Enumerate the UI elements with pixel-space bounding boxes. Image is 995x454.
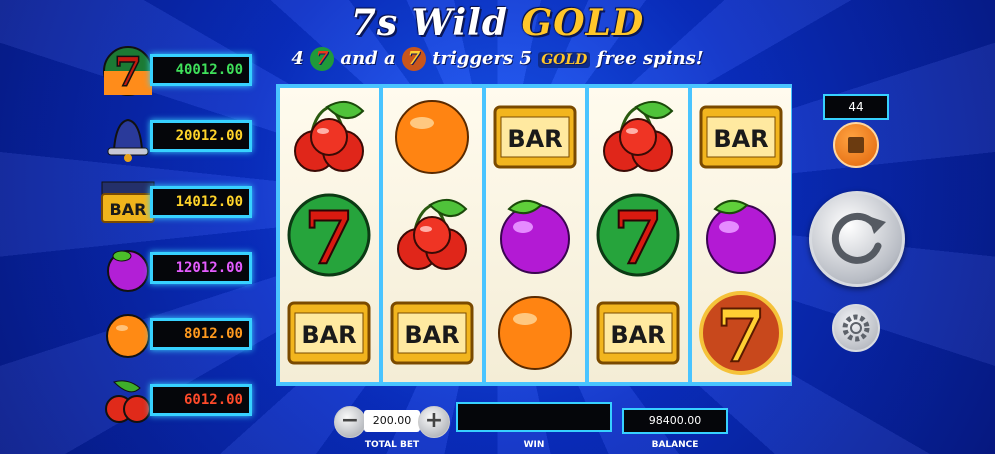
reel-2: BAR — [383, 88, 482, 382]
banner-text-1: and a — [340, 48, 396, 69]
reel-cell — [486, 186, 585, 284]
paytable-row-wild-seven: 7 40012.00 — [94, 46, 260, 96]
cherry-symbol-icon — [294, 100, 365, 172]
plum-symbol-icon — [500, 199, 570, 274]
title-main: 7s Wild — [350, 2, 522, 44]
balance-display: 98400.00 — [622, 408, 728, 434]
green-seven-symbol-icon: 7 — [287, 193, 371, 279]
reel-cell: BAR — [486, 88, 585, 186]
lines-display: 44 — [823, 94, 889, 120]
paytable-row-plum: 12012.00 — [94, 244, 260, 294]
paytable-row-bell: 20012.00 — [94, 112, 260, 162]
reel-cell — [383, 88, 482, 186]
svg-text:BAR: BAR — [713, 125, 768, 153]
stop-icon — [848, 137, 864, 153]
svg-text:7: 7 — [716, 293, 766, 377]
total-bet-value: 200.00 — [364, 410, 420, 432]
cherry-icon — [105, 380, 151, 423]
decrease-bet-button[interactable]: − — [334, 406, 366, 438]
spin-button[interactable] — [809, 191, 905, 287]
red-seven-symbol-icon: 7 — [699, 291, 783, 377]
title-gold: GOLD — [521, 2, 645, 44]
green-seven-icon: 7 — [310, 47, 335, 71]
banner-text-2: triggers 5 — [432, 48, 532, 69]
reel-cell — [692, 186, 791, 284]
wild-seven-icon: 7 — [103, 46, 153, 96]
banner-gold-word: GOLD — [538, 52, 591, 68]
win-label: WIN — [523, 440, 545, 450]
plum-icon — [107, 250, 149, 292]
win-display — [456, 402, 612, 432]
svg-text:BAR: BAR — [404, 321, 459, 349]
svg-text:BAR: BAR — [301, 321, 356, 349]
svg-text:BAR: BAR — [610, 321, 665, 349]
plum-symbol-icon — [706, 199, 776, 274]
paytable-value: 12012.00 — [150, 252, 252, 284]
bar-symbol-icon: BAR — [493, 105, 577, 169]
spin-arrow-icon — [831, 212, 886, 264]
reel-1: 7 BAR — [280, 88, 379, 382]
svg-text:7: 7 — [613, 195, 663, 279]
reel-cell — [589, 88, 688, 186]
banner-count: 4 — [291, 48, 304, 69]
reel-cell — [383, 186, 482, 284]
paytable-value: 20012.00 — [150, 120, 252, 152]
reel-5: BAR 7 — [692, 88, 791, 382]
balance-label: BALANCE — [651, 440, 699, 450]
reel-cell: 7 — [280, 186, 379, 284]
bar-symbol-icon: BAR — [596, 301, 680, 365]
paytable-value: 6012.00 — [150, 384, 252, 416]
paytable-row-bar: BAR 14012.00 — [94, 178, 260, 228]
paytable-value: 40012.00 — [150, 54, 252, 86]
reel-3: BAR — [486, 88, 585, 382]
increase-bet-button[interactable]: + — [418, 406, 450, 438]
reel-cell: BAR — [589, 284, 688, 382]
reel-cell: BAR — [692, 88, 791, 186]
bar-symbol-icon: BAR — [287, 301, 371, 365]
bar-icon: BAR — [101, 181, 155, 223]
reel-4: 7 BAR — [589, 88, 688, 382]
orange-icon — [106, 314, 150, 358]
svg-text:7: 7 — [304, 195, 354, 279]
paytable-row-orange: 8012.00 — [94, 310, 260, 360]
svg-text:BAR: BAR — [507, 125, 562, 153]
svg-text:BAR: BAR — [110, 200, 147, 219]
paytable-row-cherry: 6012.00 — [94, 376, 260, 426]
bell-icon — [107, 118, 149, 162]
settings-button[interactable] — [832, 304, 880, 352]
autoplay-button[interactable] — [833, 122, 879, 168]
paytable-value: 8012.00 — [150, 318, 252, 350]
game-title: 7s Wild GOLD — [0, 2, 995, 44]
total-bet-label: TOTAL BET — [364, 440, 420, 450]
bar-symbol-icon: BAR — [390, 301, 474, 365]
reel-cell: BAR — [280, 284, 379, 382]
reel-cell: 7 — [692, 284, 791, 382]
green-seven-symbol-icon: 7 — [596, 193, 680, 279]
reel-window: 7 BAR BAR BAR 7 BAR BAR 7 — [276, 84, 792, 386]
reel-cell: BAR — [383, 284, 482, 382]
banner-text-3: free spins! — [596, 48, 704, 69]
reel-cell — [280, 88, 379, 186]
red-seven-icon: 7 — [401, 47, 426, 71]
svg-text:7: 7 — [114, 49, 142, 96]
reel-cell: 7 — [589, 186, 688, 284]
reel-cell — [486, 284, 585, 382]
orange-symbol-icon — [498, 296, 572, 370]
cherry-symbol-icon — [603, 100, 674, 172]
orange-symbol-icon — [395, 100, 469, 174]
cherry-symbol-icon — [397, 198, 468, 270]
bar-symbol-icon: BAR — [699, 105, 783, 169]
paytable-value: 14012.00 — [150, 186, 252, 218]
gear-icon — [842, 314, 870, 342]
